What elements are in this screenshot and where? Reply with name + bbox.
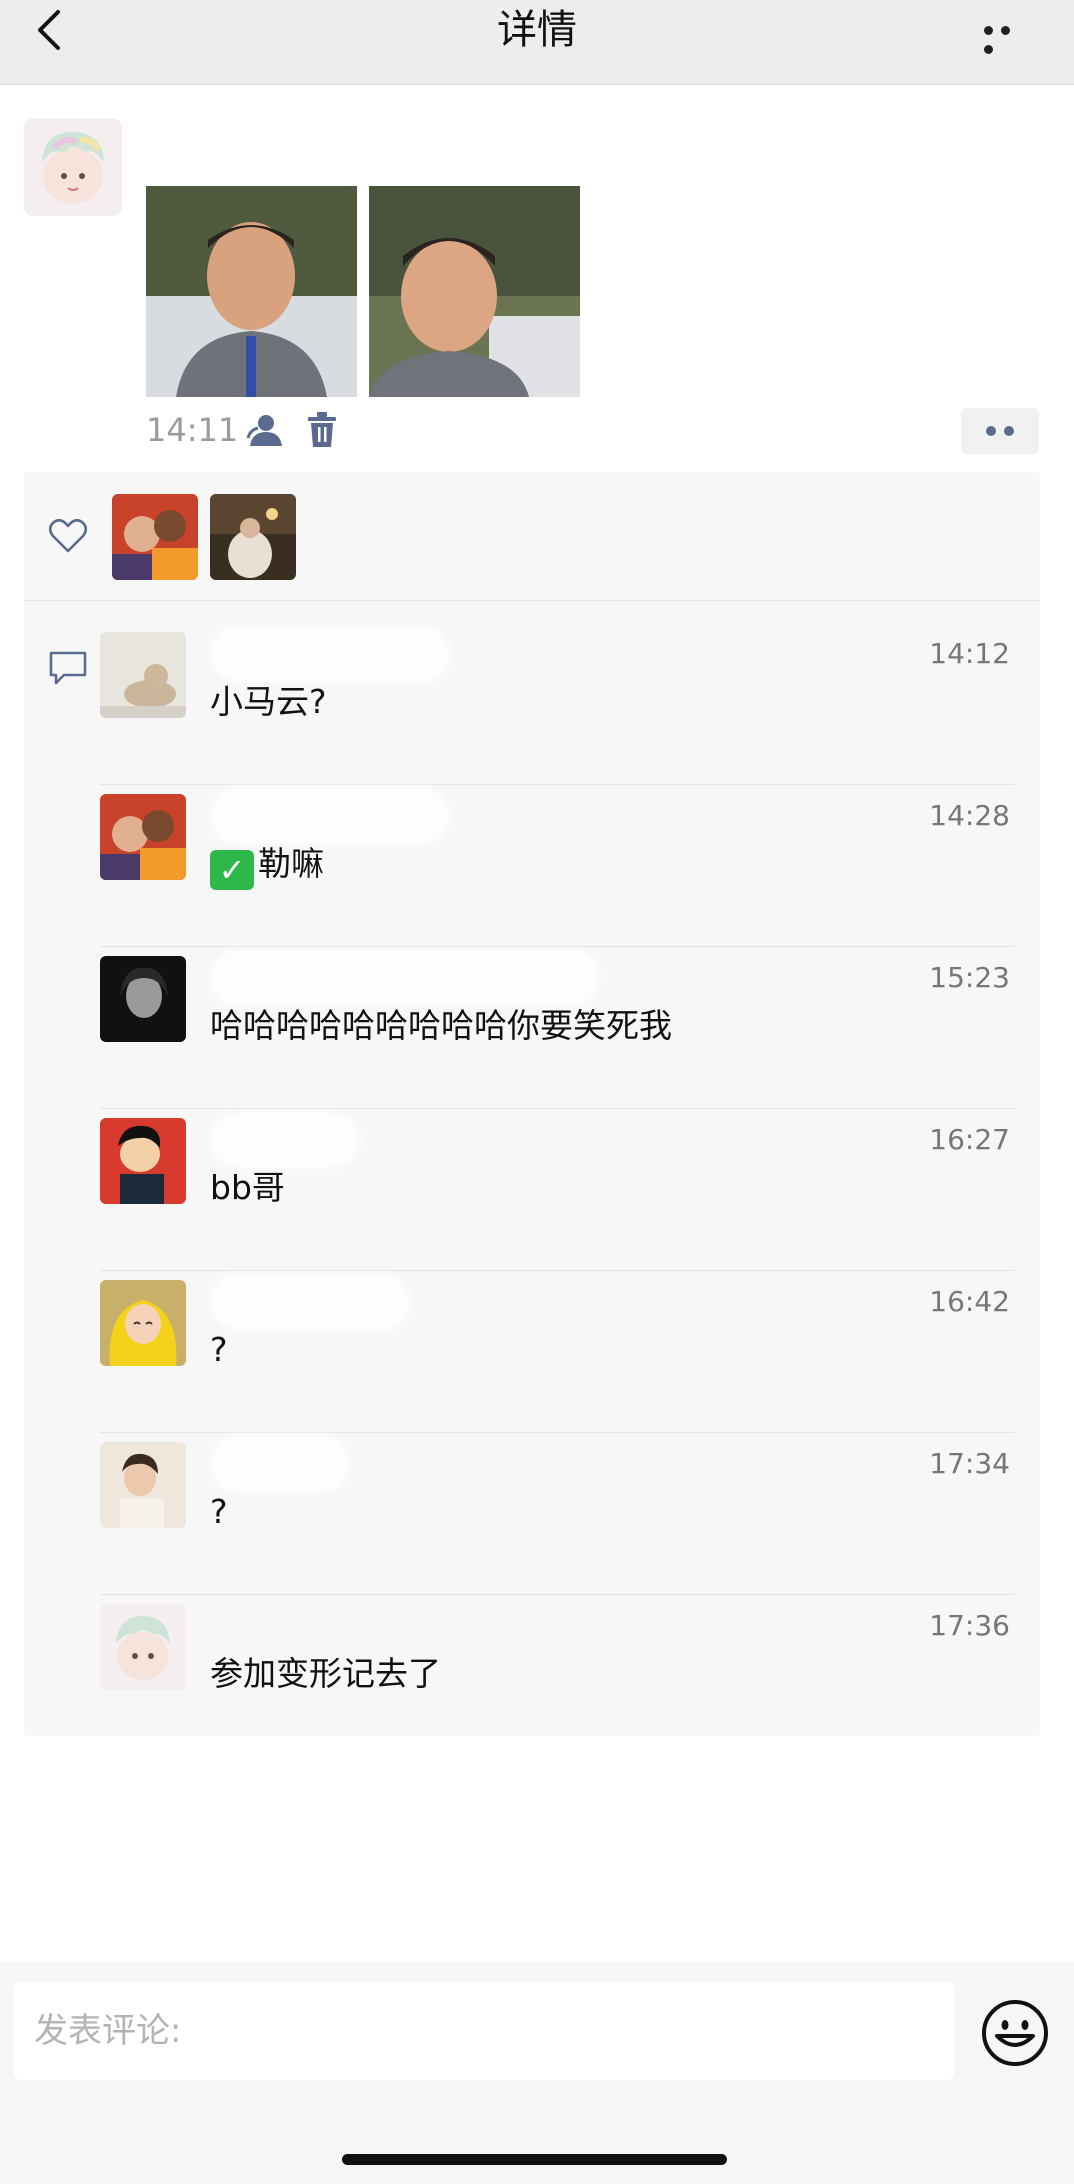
dot-icon xyxy=(986,426,996,436)
divider xyxy=(100,784,1014,785)
home-indicator[interactable] xyxy=(342,2154,727,2165)
like-avatar[interactable] xyxy=(210,494,296,580)
commenter-name[interactable] xyxy=(210,1436,350,1492)
dot-icon xyxy=(1004,426,1014,436)
dot-icon xyxy=(984,45,993,54)
comment-time: 17:34 xyxy=(929,1447,1010,1480)
commenter-avatar[interactable] xyxy=(100,1442,186,1528)
comment-time: 16:42 xyxy=(929,1285,1010,1318)
divider xyxy=(100,1270,1014,1271)
post-time: 14:11 xyxy=(146,411,239,449)
nav-header: 详情 xyxy=(0,0,1074,85)
dot-icon xyxy=(984,26,993,35)
comment-time: 14:12 xyxy=(929,637,1010,670)
comment-text: 参加变形记去了 xyxy=(210,1654,441,1693)
comment-text: ? xyxy=(210,1330,228,1369)
person-icon[interactable] xyxy=(244,412,284,448)
comment-item[interactable]: 17:36 参加变形记去了 xyxy=(100,1596,1014,1757)
commenter-name[interactable] xyxy=(210,788,450,844)
divider xyxy=(100,1432,1014,1433)
commenter-avatar[interactable] xyxy=(100,1118,186,1204)
comment-item[interactable]: 14:12 小马云? xyxy=(100,624,1014,785)
comment-bubble-icon xyxy=(49,651,87,685)
check-mark-icon: ✓ xyxy=(210,850,254,890)
commenter-avatar[interactable] xyxy=(100,956,186,1042)
commenter-name[interactable] xyxy=(210,1274,410,1330)
comment-time: 17:36 xyxy=(929,1609,1010,1642)
comment-time: 15:23 xyxy=(929,961,1010,994)
interaction-panel: 14:12 小马云? 14:28 ✓ 勒嘛 15:23 哈哈哈哈哈哈哈哈哈你要笑… xyxy=(24,472,1040,1736)
comment-item[interactable]: 17:34 ? xyxy=(100,1434,1014,1595)
page-title: 详情 xyxy=(497,7,577,53)
smiley-icon[interactable] xyxy=(980,1998,1050,2068)
trash-icon[interactable] xyxy=(306,412,338,448)
comment-text-body: 勒嘛 xyxy=(258,844,324,883)
more-options-button[interactable] xyxy=(984,20,1034,54)
post-action-button[interactable] xyxy=(961,408,1039,454)
comment-text: 哈哈哈哈哈哈哈哈哈你要笑死我 xyxy=(210,1006,672,1045)
divider xyxy=(100,1594,1014,1595)
comment-item[interactable]: 16:42 ? xyxy=(100,1272,1014,1433)
comment-text: bb哥 xyxy=(210,1168,285,1207)
post-author-avatar[interactable] xyxy=(24,118,122,216)
commenter-avatar[interactable] xyxy=(100,1280,186,1366)
post-photo-2[interactable] xyxy=(369,186,580,397)
comment-item[interactable]: 15:23 哈哈哈哈哈哈哈哈哈你要笑死我 xyxy=(100,948,1014,1109)
comment-item[interactable]: 16:27 bb哥 xyxy=(100,1110,1014,1271)
comment-time: 14:28 xyxy=(929,799,1010,832)
comment-time: 16:27 xyxy=(929,1123,1010,1156)
commenter-avatar[interactable] xyxy=(100,632,186,718)
divider xyxy=(100,1108,1014,1109)
commenter-name[interactable] xyxy=(210,626,450,682)
comment-input[interactable] xyxy=(14,1982,954,2080)
heart-icon xyxy=(48,518,88,553)
commenter-avatar[interactable] xyxy=(100,794,186,880)
commenter-avatar[interactable] xyxy=(100,1604,186,1690)
like-avatar[interactable] xyxy=(112,494,198,580)
comment-text: ? xyxy=(210,1492,228,1531)
comment-input-bar xyxy=(0,1962,1074,2184)
commenter-name[interactable] xyxy=(210,1112,360,1168)
dot-icon xyxy=(1001,26,1010,35)
comment-item[interactable]: 14:28 ✓ 勒嘛 xyxy=(100,786,1014,947)
post-photo-1[interactable] xyxy=(146,186,357,397)
divider xyxy=(100,946,1014,947)
comment-text: ✓ 勒嘛 xyxy=(210,840,324,890)
likes-row xyxy=(24,472,1040,601)
commenter-name[interactable] xyxy=(210,950,600,1006)
comment-text: 小马云? xyxy=(210,682,327,721)
